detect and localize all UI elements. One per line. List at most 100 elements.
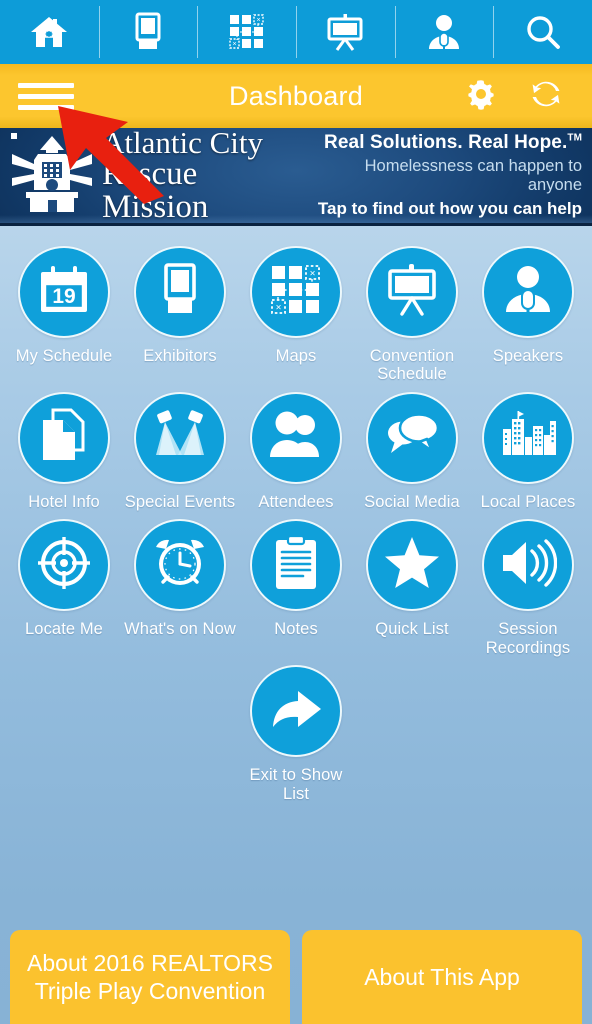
tile-locate-me[interactable]: Locate Me	[6, 517, 122, 657]
speaker-volume-icon	[499, 538, 558, 593]
grid-row: Hotel Info Special Events Attendees Soci…	[6, 390, 586, 511]
rescue-mission-logo	[8, 130, 96, 221]
tile-icon-circle	[482, 519, 574, 612]
svg-text:×: ×	[256, 17, 260, 24]
star-icon	[384, 536, 440, 595]
hamburger-line	[18, 93, 74, 99]
trademark-mark: TM	[567, 132, 582, 144]
tile-icon-circle: × ×	[250, 246, 342, 338]
advertisement-banner[interactable]: Atlantic City Rescue Mission Real Soluti…	[0, 128, 592, 226]
tile-label: Social Media	[364, 492, 460, 511]
tile-icon-circle	[482, 246, 574, 338]
tile-label: Speakers	[492, 347, 564, 365]
advertiser-name-line1: Atlantic City	[102, 128, 264, 160]
tile-label: Exit to Show List	[249, 766, 343, 803]
tile-icon-circle	[366, 246, 458, 338]
tile-whats-on-now[interactable]: What's on Now	[122, 517, 238, 657]
search-icon	[524, 13, 562, 51]
documents-icon	[39, 408, 89, 467]
tile-exhibitors[interactable]: Exhibitors	[122, 244, 238, 384]
home-icon	[29, 14, 69, 50]
grid-row: 19 My Schedule Exhibitors × × Maps Conve…	[6, 244, 586, 384]
tile-local-places[interactable]: Local Places	[470, 390, 586, 511]
title-bar-actions	[464, 77, 562, 116]
nav-home-button[interactable]	[0, 0, 99, 64]
nav-speakers-button[interactable]	[394, 0, 494, 64]
ad-tagline-text: Real Solutions. Real Hope.	[324, 132, 568, 153]
tile-icon-circle	[18, 391, 110, 484]
booth-icon	[162, 262, 198, 322]
booth-icon	[134, 12, 162, 52]
bottom-button-bar: About 2016 REALTORS Triple Play Conventi…	[0, 924, 592, 1024]
alarm-clock-icon	[152, 535, 208, 596]
about-convention-button[interactable]: About 2016 REALTORS Triple Play Conventi…	[10, 930, 290, 1024]
tile-label: Locate Me	[25, 620, 103, 639]
chat-bubbles-icon	[383, 413, 441, 462]
tile-speakers[interactable]: Speakers	[470, 244, 586, 384]
tile-hotel-info[interactable]: Hotel Info	[6, 390, 122, 511]
tile-social-media[interactable]: Social Media	[354, 390, 470, 511]
tile-label: Attendees	[258, 492, 334, 511]
grid-row: Locate Me What's on Now Notes Quick List…	[6, 517, 586, 657]
svg-text:×: ×	[232, 41, 236, 48]
tile-notes[interactable]: Notes	[238, 517, 354, 657]
nav-search-button[interactable]	[493, 0, 592, 64]
crosshair-icon	[36, 535, 92, 596]
tile-icon-circle	[134, 246, 226, 338]
tile-label: My Schedule	[15, 347, 113, 365]
tile-exit-to-show-list[interactable]: Exit to Show List	[238, 663, 354, 803]
tile-icon-circle	[250, 391, 342, 484]
ad-call-to-action: Tap to find out how you can help	[317, 199, 582, 218]
page-title-bar: Dashboard	[0, 64, 592, 128]
tile-maps[interactable]: × × Maps	[238, 244, 354, 384]
nav-maps-button[interactable]: × ×	[197, 0, 296, 64]
tile-label: Notes	[274, 620, 318, 639]
nav-convention-schedule-button[interactable]	[296, 0, 395, 64]
nav-exhibitors-button[interactable]	[98, 0, 198, 64]
app-root: × × Dashboard Atlantic City Rescue Missi…	[0, 0, 592, 1024]
speaker-person-icon	[500, 262, 556, 323]
map-grid-icon: × ×	[269, 263, 323, 322]
advertisement-copy: Real Solutions. Real Hope.TM Homelessnes…	[309, 132, 582, 219]
settings-button[interactable]	[464, 77, 498, 116]
tile-quick-list[interactable]: Quick List	[354, 517, 470, 657]
refresh-button[interactable]	[530, 78, 562, 115]
tile-label: Session Recordings	[485, 620, 571, 657]
tile-label: Convention Schedule	[369, 347, 455, 384]
tile-icon-circle: 19	[18, 246, 110, 338]
tile-my-schedule[interactable]: 19 My Schedule	[6, 244, 122, 384]
ad-subline-1: Homelessness can happen to anyone	[364, 157, 582, 194]
tile-attendees[interactable]: Attendees	[238, 390, 354, 511]
spotlights-icon	[152, 409, 208, 466]
top-navigation-bar: × ×	[0, 0, 592, 64]
tile-session-recordings[interactable]: Session Recordings	[470, 517, 586, 657]
tile-label: Local Places	[480, 492, 576, 511]
tile-label: Maps	[275, 347, 317, 365]
ad-tagline: Real Solutions. Real Hope.TM	[309, 132, 582, 154]
advertiser-name: Atlantic City Rescue Mission	[102, 128, 309, 223]
tile-icon-circle	[482, 391, 574, 484]
map-grid-icon: × ×	[227, 12, 267, 52]
tile-icon-circle	[366, 391, 458, 484]
calendar-icon: 19	[37, 264, 91, 321]
tile-label: Hotel Info	[28, 492, 100, 511]
dashboard-grid: 19 My Schedule Exhibitors × × Maps Conve…	[0, 226, 592, 924]
easel-icon	[383, 263, 441, 322]
speaker-person-icon	[424, 12, 464, 52]
tile-icon-circle	[250, 665, 342, 758]
city-buildings-icon	[499, 411, 557, 464]
svg-text:19: 19	[52, 285, 75, 308]
tile-special-events[interactable]: Special Events	[122, 390, 238, 511]
menu-button[interactable]	[18, 82, 74, 110]
tile-label: Special Events	[124, 492, 236, 511]
hamburger-line	[18, 82, 74, 88]
hamburger-line	[18, 104, 74, 110]
tile-convention-schedule[interactable]: Convention Schedule	[354, 244, 470, 384]
tile-label: What's on Now	[124, 620, 236, 639]
svg-text:×: ×	[276, 302, 282, 313]
tile-icon-circle	[134, 519, 226, 612]
svg-text:×: ×	[310, 268, 316, 279]
advertiser-name-line2: Rescue Mission	[102, 156, 209, 225]
about-app-button[interactable]: About This App	[302, 930, 582, 1024]
easel-icon	[323, 12, 367, 52]
